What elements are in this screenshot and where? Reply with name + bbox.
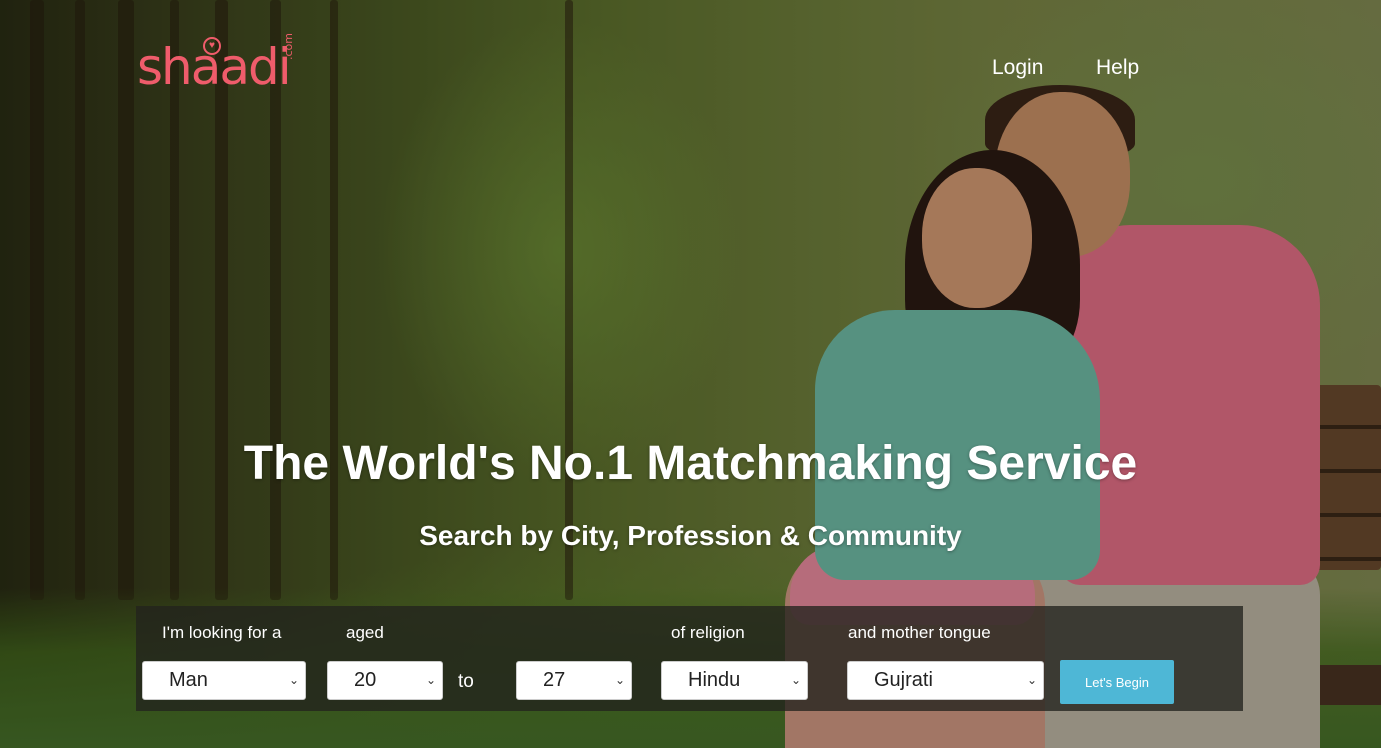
age-to-value: 27 [543, 669, 566, 691]
chevron-down-icon: ⌄ [425, 673, 436, 687]
chevron-down-icon: ⌄ [288, 673, 299, 687]
shaadi-logo[interactable]: shaadi ♥ .com [137, 32, 297, 102]
partner-search-bar: I'm looking for a aged of religion and m… [136, 606, 1243, 711]
help-link[interactable]: Help [1096, 56, 1139, 80]
looking-for-value: Man [169, 669, 208, 691]
age-to-select[interactable]: 27 ⌄ [516, 661, 632, 700]
religion-value: Hindu [688, 669, 741, 691]
religion-select[interactable]: Hindu ⌄ [661, 661, 808, 700]
lets-begin-button[interactable]: Let's Begin [1060, 660, 1174, 704]
login-link[interactable]: Login [992, 56, 1043, 80]
religion-label: of religion [671, 623, 745, 642]
looking-for-label: I'm looking for a [162, 623, 282, 642]
mother-tongue-value: Gujrati [874, 669, 933, 691]
to-label: to [458, 671, 474, 692]
age-from-value: 20 [354, 669, 377, 691]
aged-label: aged [346, 623, 384, 642]
heart-icon: ♥ [203, 37, 221, 55]
hero-headline: The World's No.1 Matchmaking Service [0, 436, 1381, 491]
chevron-down-icon: ⌄ [790, 673, 801, 687]
chevron-down-icon: ⌄ [1026, 673, 1037, 687]
hero-subline: Search by City, Profession & Community [419, 520, 962, 551]
mother-tongue-select[interactable]: Gujrati ⌄ [847, 661, 1044, 700]
age-from-select[interactable]: 20 ⌄ [327, 661, 443, 700]
chevron-down-icon: ⌄ [614, 673, 625, 687]
looking-for-select[interactable]: Man ⌄ [142, 661, 306, 700]
logo-suffix: .com [282, 33, 295, 60]
mother-tongue-label: and mother tongue [848, 623, 991, 642]
hero-headline-text: The World's No.1 Matchmaking Service [243, 437, 1138, 490]
